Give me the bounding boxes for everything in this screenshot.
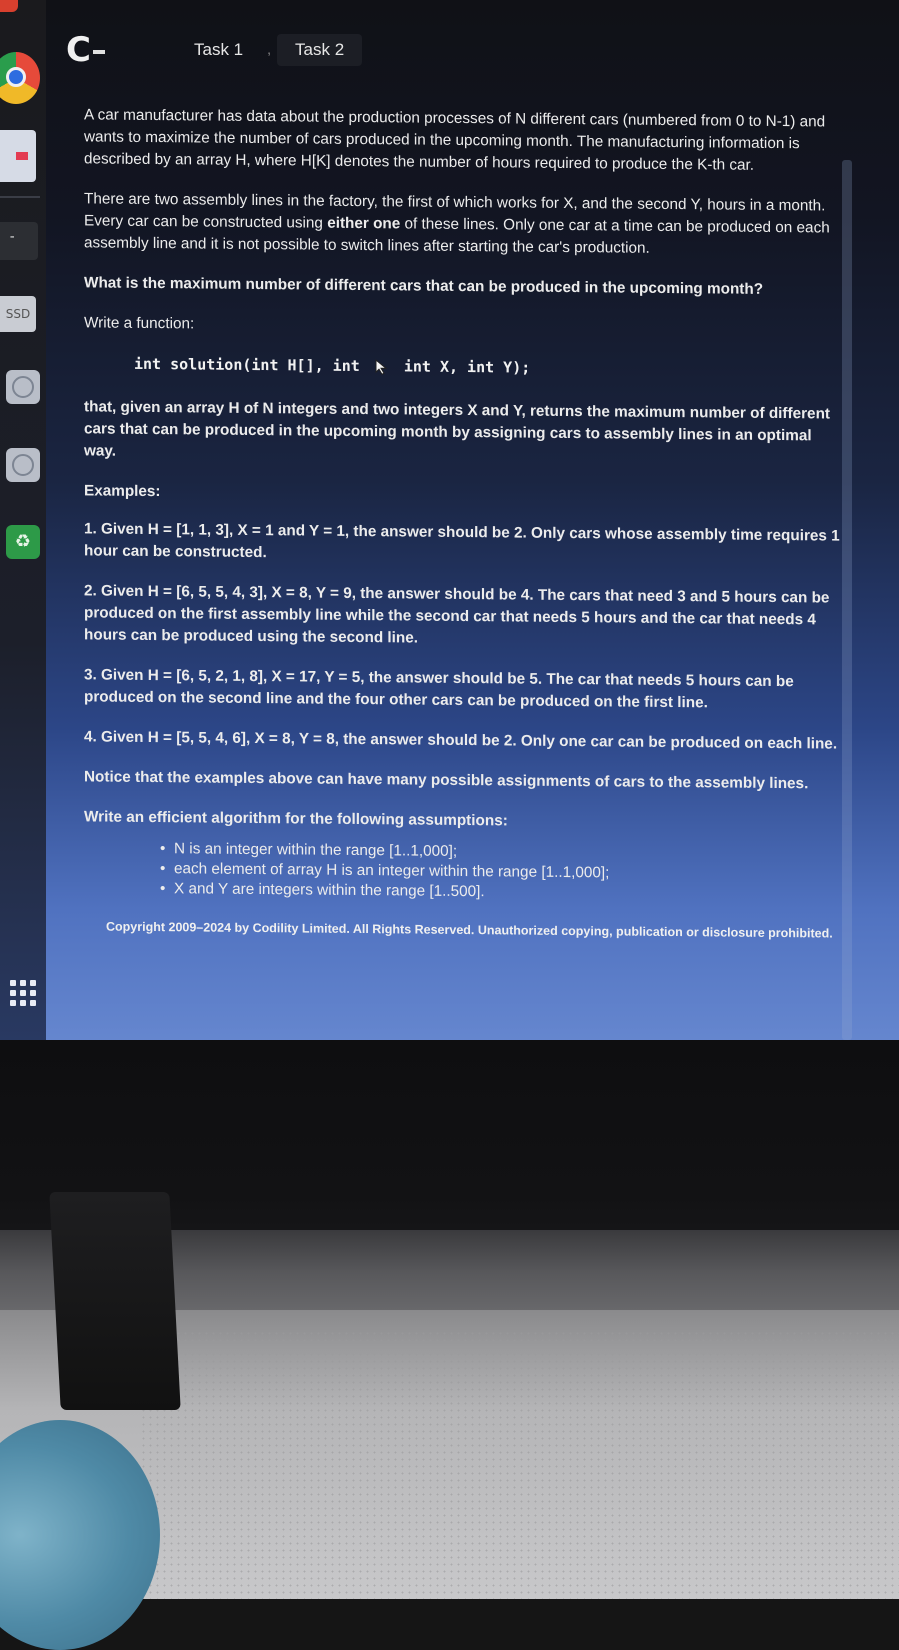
- assumptions-list: N is an integer within the range [1..1,0…: [84, 838, 844, 905]
- write-function-label: Write a function:: [84, 314, 195, 333]
- question-paragraph: What is the maximum number of different …: [84, 274, 764, 298]
- disc-icon-2[interactable]: [6, 448, 40, 482]
- chrome-icon[interactable]: [0, 52, 40, 104]
- examples-heading: Examples:: [84, 482, 161, 501]
- tab-separator: ,: [267, 41, 272, 57]
- example-3: 3. Given H = [6, 5, 2, 1, 8], X = 17, Y …: [84, 666, 794, 712]
- app-grid-icon[interactable]: [10, 980, 36, 1006]
- disc-icon[interactable]: [6, 370, 40, 404]
- ssd-drive-icon[interactable]: SSD: [0, 296, 36, 332]
- copyright-notice: Copyright 2009–2024 by Codility Limited.…: [106, 919, 833, 941]
- intro-paragraph: A car manufacturer has data about the pr…: [84, 106, 826, 174]
- example-2: 2. Given H = [6, 5, 5, 4, 3], X = 8, Y =…: [84, 582, 830, 647]
- tab-task-2[interactable]: Task 2: [277, 34, 363, 66]
- recycle-icon[interactable]: ♻: [6, 525, 40, 559]
- task-tabs: Task 1 , Task 2: [176, 34, 363, 66]
- example-4: 4. Given H = [5, 5, 4, 6], X = 8, Y = 8,…: [84, 728, 838, 753]
- app-dock: - SSD ♻: [0, 0, 46, 1070]
- phone-object: [49, 1192, 181, 1410]
- scrollbar[interactable]: [842, 160, 852, 1040]
- efficient-paragraph: Write an efficient algorithm for the fol…: [84, 808, 508, 830]
- terminal-icon[interactable]: -: [0, 222, 38, 260]
- top-app-icon[interactable]: [0, 0, 18, 12]
- assembly-lines-paragraph: There are two assembly lines in the fact…: [84, 190, 830, 257]
- tab-task-1[interactable]: Task 1: [176, 34, 261, 66]
- notice-paragraph: Notice that the examples above can have …: [84, 768, 809, 793]
- function-signature: int solution(int H[], int int X, int Y);: [134, 354, 531, 377]
- mouse-cursor-icon: [375, 358, 388, 375]
- laptop-screen: - SSD ♻ C Task 1 , Task 2 A car manufact…: [0, 0, 899, 1070]
- codility-logo: C: [66, 30, 105, 70]
- example-1: 1. Given H = [1, 1, 3], X = 1 and Y = 1,…: [84, 520, 840, 562]
- returns-paragraph: that, given an array H of N integers and…: [84, 398, 831, 460]
- terminal-label: -: [8, 229, 17, 245]
- task-description: A car manufacturer has data about the pr…: [84, 104, 844, 960]
- dock-divider: [0, 196, 40, 198]
- ssd-label: SSD: [5, 307, 31, 321]
- app-icon[interactable]: [0, 130, 36, 182]
